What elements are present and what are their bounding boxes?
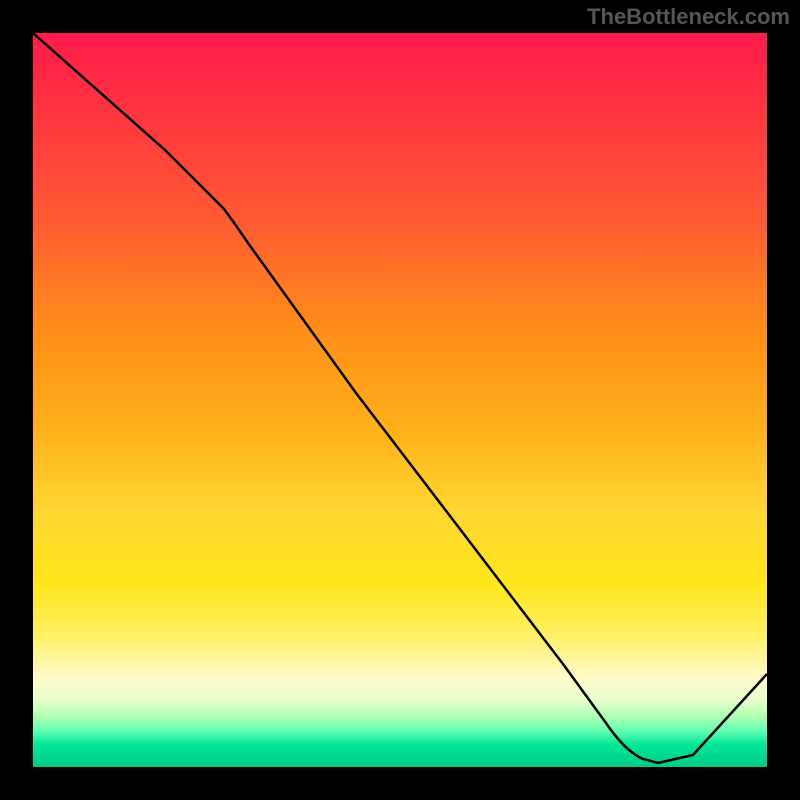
watermark-text: TheBottleneck.com bbox=[587, 4, 790, 30]
plot-area bbox=[33, 33, 767, 767]
chart-container: TheBottleneck.com bbox=[0, 0, 800, 800]
line-plot-svg bbox=[33, 33, 767, 767]
curve-line bbox=[33, 33, 767, 763]
